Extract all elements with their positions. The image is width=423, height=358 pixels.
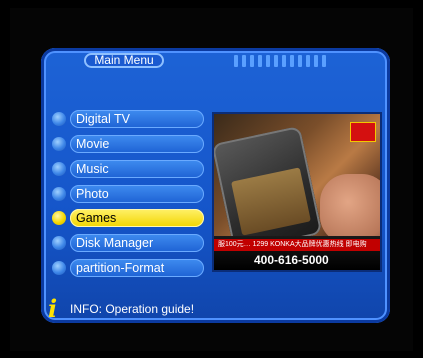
ticker-line-2: 400-616-5000 — [254, 253, 329, 267]
ticker-line-1: 服100元… 1299 KONKA大品牌优惠热线 即电购 — [214, 239, 380, 251]
menu-item-digital-tv[interactable]: Digital TV — [52, 110, 204, 128]
menu-item-music[interactable]: Music — [52, 160, 204, 178]
bullet-icon — [52, 162, 66, 176]
video-preview: 服100元… 1299 KONKA大品牌优惠热线 即电购 400-616-500… — [212, 112, 382, 272]
menu-item-photo[interactable]: Photo — [52, 185, 204, 203]
menu-item-label: Music — [76, 162, 109, 176]
menu-item-label: Photo — [76, 187, 109, 201]
menu-title: Main Menu — [84, 53, 164, 68]
menu-item-label: partition-Format — [76, 261, 165, 275]
menu-item-label: Games — [76, 211, 117, 225]
channel-logo-icon — [350, 122, 376, 142]
decorative-bars — [234, 55, 326, 67]
info-icon: i — [48, 294, 58, 323]
menu-item-label: Movie — [76, 137, 110, 151]
menu-item-movie[interactable]: Movie — [52, 135, 204, 153]
info-text: INFO: Operation guide! — [70, 302, 195, 316]
menu-item-partition-format[interactable]: partition-Format — [52, 259, 204, 277]
menu-item-disk-manager[interactable]: Disk Manager — [52, 234, 204, 252]
bullet-icon — [52, 187, 66, 201]
bullet-icon — [52, 137, 66, 151]
tv-screen: Main Menu Digital TV Movie Music Photo G… — [0, 0, 423, 358]
preview-ticker: 服100元… 1299 KONKA大品牌优惠热线 即电购 400-616-500… — [214, 236, 380, 270]
menu-item-label: Disk Manager — [76, 236, 154, 250]
info-bar: i INFO: Operation guide! — [48, 294, 198, 323]
menu-item-games[interactable]: Games — [52, 209, 204, 227]
preview-hand-image — [320, 174, 380, 244]
bullet-icon — [52, 211, 66, 225]
bullet-icon — [52, 112, 66, 126]
bullet-icon — [52, 236, 66, 250]
menu-item-label: Digital TV — [76, 112, 130, 126]
bullet-icon — [52, 261, 66, 275]
